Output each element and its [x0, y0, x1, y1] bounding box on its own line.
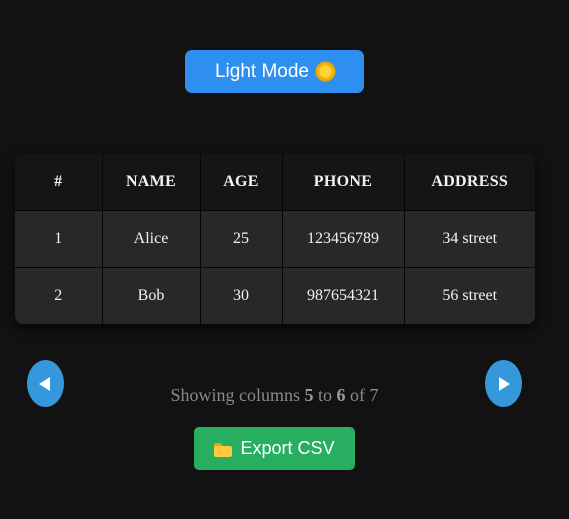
- cell-number: 2: [15, 266, 103, 324]
- cell-name: Alice: [102, 210, 201, 267]
- light-mode-button[interactable]: Light Mode: [185, 50, 364, 93]
- column-header-number[interactable]: #: [15, 154, 103, 211]
- light-mode-label: Light Mode: [214, 60, 309, 82]
- column-header-age[interactable]: AGE: [200, 154, 283, 211]
- chevron-right-icon: [499, 376, 510, 391]
- status-to: 6: [336, 385, 346, 405]
- cell-name: Bob: [102, 266, 201, 324]
- folder-icon: [214, 442, 233, 457]
- pagination-status: Showing columns 5 to 6 of 7: [0, 385, 549, 406]
- table-row: 2 Bob 30 987654321 56 street: [15, 266, 535, 324]
- status-total: 7: [369, 385, 379, 405]
- column-header-address[interactable]: ADDRESS: [404, 154, 535, 211]
- cell-age: 25: [200, 210, 283, 267]
- status-prefix: Showing columns: [170, 385, 300, 405]
- cell-number: 1: [15, 210, 103, 267]
- export-csv-label: Export CSV: [240, 438, 335, 458]
- data-table-container: # NAME AGE PHONE ADDRESS 1 Alice 25 1234…: [15, 154, 535, 324]
- next-columns-button[interactable]: [485, 360, 522, 407]
- column-header-name[interactable]: NAME: [102, 154, 201, 211]
- status-to-word: to: [318, 385, 333, 405]
- sun-icon: [317, 63, 334, 80]
- data-table: # NAME AGE PHONE ADDRESS 1 Alice 25 1234…: [15, 154, 535, 324]
- export-csv-button[interactable]: Export CSV: [194, 427, 355, 470]
- cell-phone: 987654321: [282, 266, 405, 324]
- table-header-row: # NAME AGE PHONE ADDRESS: [15, 154, 535, 211]
- cell-phone: 123456789: [282, 210, 405, 267]
- cell-address: 56 street: [404, 266, 535, 324]
- cell-age: 30: [200, 266, 283, 324]
- table-row: 1 Alice 25 123456789 34 street: [15, 210, 535, 267]
- column-header-phone[interactable]: PHONE: [282, 154, 405, 211]
- status-from: 5: [304, 385, 314, 405]
- cell-address: 34 street: [442, 229, 498, 247]
- status-of-word: of: [350, 385, 366, 405]
